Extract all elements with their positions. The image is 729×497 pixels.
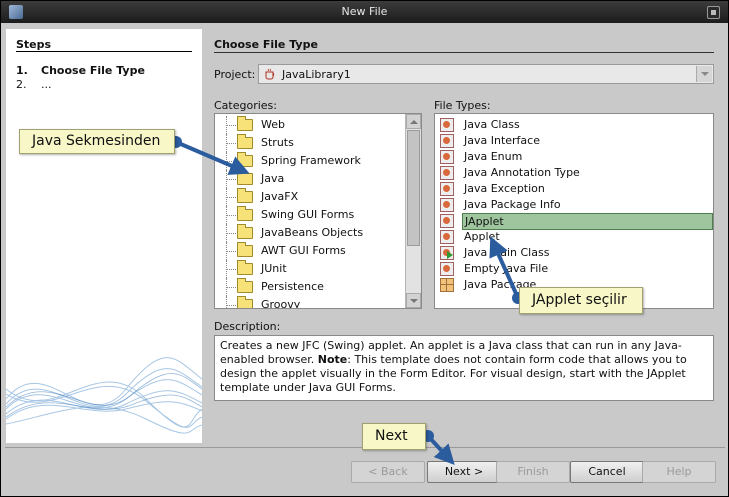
category-item[interactable]: JavaBeans Objects	[215, 224, 405, 242]
package-icon	[440, 278, 454, 292]
step-number: 1.	[16, 64, 28, 77]
category-label: Spring Framework	[261, 154, 361, 167]
description-note-label: Note	[317, 353, 348, 366]
category-item-java[interactable]: Java	[215, 170, 405, 188]
categories-label: Categories:	[214, 99, 277, 112]
category-item[interactable]: Persistence	[215, 278, 405, 296]
project-value: JavaLibrary1	[282, 68, 351, 81]
java-class-icon	[440, 182, 454, 196]
java-project-icon	[265, 68, 275, 80]
help-button[interactable]: Help	[642, 461, 716, 483]
java-class-icon	[440, 214, 454, 228]
step-label: Choose File Type	[41, 64, 145, 77]
title-bar[interactable]: New File	[1, 1, 728, 23]
category-item[interactable]: JUnit	[215, 260, 405, 278]
categories-list[interactable]: Web Struts Spring Framework Java JavaFX …	[214, 113, 422, 309]
java-class-icon	[440, 150, 454, 164]
next-button[interactable]: Next >	[427, 461, 501, 483]
categories-scrollbar[interactable]	[405, 114, 421, 308]
scroll-up-icon[interactable]	[406, 114, 421, 129]
folder-icon	[237, 296, 253, 308]
folder-icon	[237, 224, 253, 239]
cancel-button[interactable]: Cancel	[570, 461, 644, 483]
java-class-icon	[440, 134, 454, 148]
back-button[interactable]: < Back	[351, 461, 425, 483]
decorative-waves	[6, 357, 202, 434]
step-label: ...	[41, 78, 52, 91]
file-types-label: File Types:	[434, 99, 491, 112]
steps-panel: Steps 1. Choose File Type 2....	[6, 29, 202, 443]
scroll-thumb[interactable]	[407, 130, 420, 246]
folder-icon	[237, 278, 253, 293]
title-divider	[214, 52, 714, 53]
next-callout: Next	[362, 423, 426, 450]
category-item[interactable]: Swing GUI Forms	[215, 206, 405, 224]
finish-button[interactable]: Finish	[496, 461, 570, 483]
japplet-callout: JApplet seçilir	[519, 287, 643, 314]
step-item: 2....	[16, 78, 52, 91]
steps-heading: Steps	[16, 38, 52, 51]
java-class-icon	[440, 230, 454, 244]
page-title: Choose File Type	[214, 38, 318, 51]
scroll-down-icon[interactable]	[406, 293, 421, 308]
description-label: Description:	[214, 320, 281, 333]
category-label: JUnit	[261, 262, 287, 275]
category-item[interactable]: AWT GUI Forms	[215, 242, 405, 260]
category-item[interactable]: Groovy	[215, 296, 405, 309]
folder-icon	[237, 260, 253, 275]
category-label: JavaFX	[261, 190, 299, 203]
folder-icon	[237, 116, 253, 131]
category-label: Java	[261, 172, 285, 185]
java-tab-callout: Java Sekmesinden	[19, 129, 175, 154]
category-label: JavaBeans Objects	[261, 226, 364, 239]
chevron-down-icon[interactable]	[696, 66, 712, 82]
step-item: 1. Choose File Type	[16, 64, 145, 77]
category-item[interactable]: Spring Framework	[215, 152, 405, 170]
category-label: Persistence	[261, 280, 324, 293]
step-number: 2.	[16, 78, 27, 91]
category-label: AWT GUI Forms	[261, 244, 346, 257]
project-select[interactable]: JavaLibrary1	[258, 64, 714, 84]
folder-icon	[237, 170, 253, 185]
java-main-class-icon	[440, 246, 454, 260]
folder-icon	[237, 206, 253, 221]
category-label: Struts	[261, 136, 294, 149]
category-item[interactable]: JavaFX	[215, 188, 405, 206]
project-label: Project:	[214, 68, 256, 81]
folder-icon	[237, 188, 253, 203]
folder-icon	[237, 242, 253, 257]
java-class-icon	[440, 166, 454, 180]
folder-icon	[237, 152, 253, 167]
category-label: Swing GUI Forms	[261, 208, 355, 221]
category-item[interactable]: Struts	[215, 134, 405, 152]
java-class-icon	[440, 262, 454, 276]
category-label: Web	[261, 118, 285, 131]
window-title: New File	[341, 5, 388, 18]
java-class-icon	[440, 118, 454, 132]
file-types-list[interactable]: Java Class Java Interface Java Enum Java…	[434, 113, 714, 309]
folder-icon	[237, 134, 253, 149]
close-icon[interactable]	[707, 6, 720, 19]
java-class-icon	[440, 198, 454, 212]
steps-divider	[16, 51, 192, 52]
category-item[interactable]: Web	[215, 116, 405, 134]
description-text: Creates a new JFC (Swing) applet. An app…	[214, 335, 714, 401]
category-label: Groovy	[261, 298, 301, 309]
